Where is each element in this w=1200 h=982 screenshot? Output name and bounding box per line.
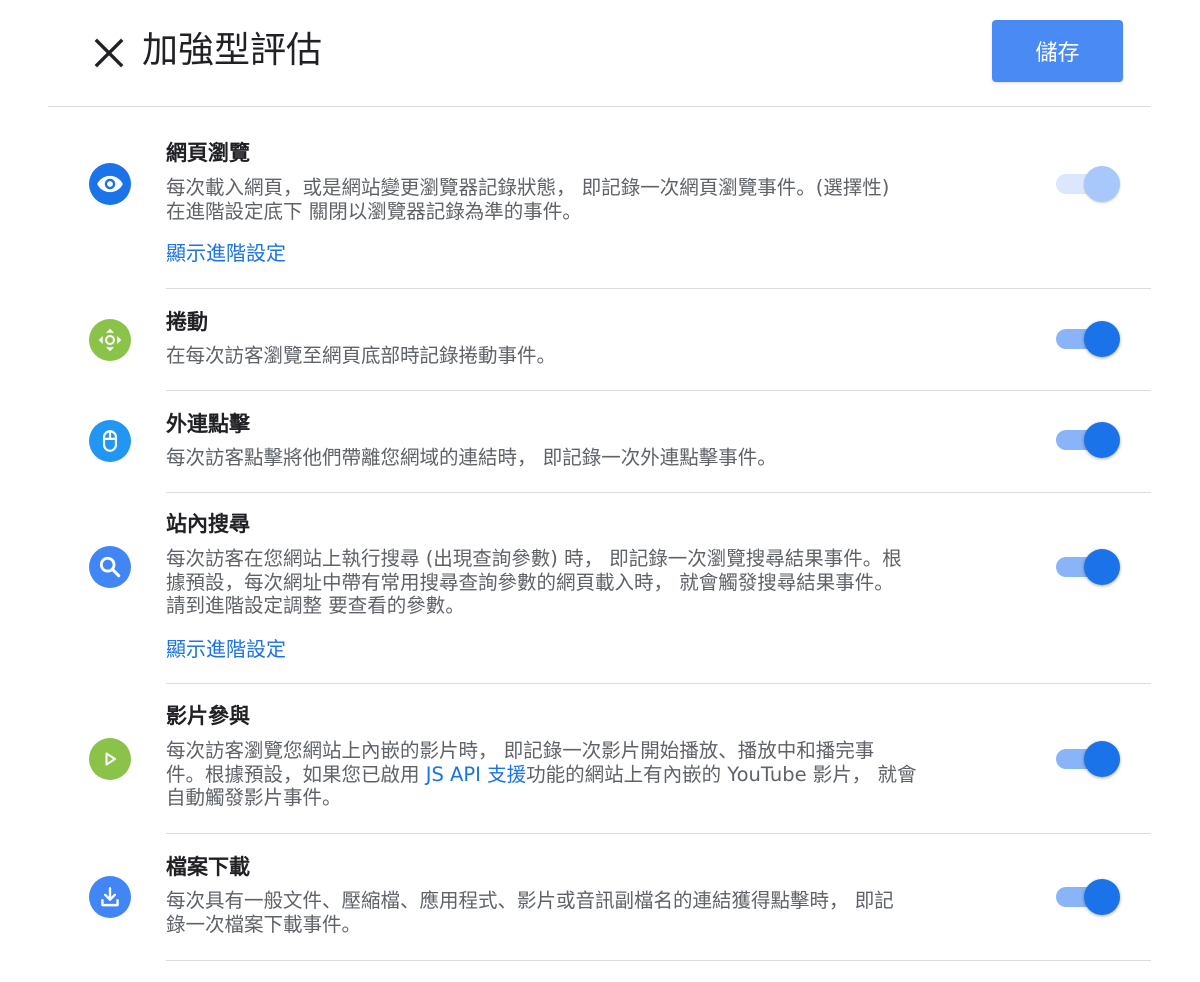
show-advanced-settings-link[interactable]: 顯示進階設定 [166, 240, 286, 266]
row-description-line: 據預設，每次網址中帶有常用搜尋查詢參數的網頁載入時， 就會觸發搜尋結果事件。 [166, 570, 894, 594]
row-title: 影片參與 [166, 704, 250, 728]
row-description: 每次訪客在您網站上執行搜尋 (出現查詢參數) 時， 即記錄一次瀏覽搜尋結果事件。… [166, 547, 1036, 618]
list-item-site-search: 站內搜尋 每次訪客在您網站上執行搜尋 (出現查詢參數) 時， 即記錄一次瀏覽搜尋… [89, 493, 1151, 684]
row-description: 每次載入網頁，或是網站變更瀏覽器記錄狀態， 即記錄一次網頁瀏覽事件。(選擇性) … [166, 176, 1036, 223]
toggle-knob [1084, 879, 1120, 915]
dialog-header: 加強型評估 儲存 [48, 0, 1151, 107]
save-button[interactable]: 儲存 [992, 20, 1123, 82]
toggle-knob [1084, 321, 1120, 357]
row-title: 站內搜尋 [166, 512, 250, 536]
list-item-file-downloads: 檔案下載 每次具有一般文件、壓縮檔、應用程式、影片或音訊副檔名的連結獲得點擊時，… [89, 834, 1151, 961]
scrolls-toggle[interactable] [1056, 319, 1120, 359]
row-description-text: 件。根據預設，如果您已啟用 [166, 762, 426, 786]
row-title: 網頁瀏覽 [166, 141, 250, 165]
row-description-line: 每次訪客點擊將他們帶離您網域的連結時， 即記錄一次外連點擊事件。 [166, 446, 777, 469]
row-description-line: 每次具有一般文件、壓縮檔、應用程式、影片或音訊副檔名的連結獲得點擊時， 即記 [166, 889, 894, 912]
row-description-line: 在每次訪客瀏覽至網頁底部時記錄捲動事件。 [166, 344, 557, 367]
row-description-text: 功能的網站上有內嵌的 YouTube 影片， 就會 [526, 762, 917, 786]
page-views-toggle[interactable] [1056, 164, 1120, 204]
list-item-outbound-clicks: 外連點擊 每次訪客點擊將他們帶離您網域的連結時， 即記錄一次外連點擊事件。 [89, 391, 1151, 493]
scroll-icon [89, 319, 131, 361]
row-description: 每次訪客點擊將他們帶離您網域的連結時， 即記錄一次外連點擊事件。 [166, 446, 1036, 470]
row-title: 外連點擊 [166, 412, 250, 436]
show-advanced-settings-link[interactable]: 顯示進階設定 [166, 636, 286, 662]
row-description-line: 每次訪客在您網站上執行搜尋 (出現查詢參數) 時， 即記錄一次瀏覽搜尋結果事件。… [166, 547, 902, 570]
row-description-line: 每次訪客瀏覽您網站上內嵌的影片時， 即記錄一次影片開始播放、播放中和播完事 [166, 739, 875, 762]
eye-icon [89, 163, 131, 205]
row-title: 捲動 [166, 310, 208, 334]
js-api-support-link[interactable]: JS API 支援 [426, 763, 526, 786]
row-description-line: 錄一次檔案下載事件。 [166, 912, 362, 936]
toggle-knob [1084, 422, 1120, 458]
row-description: 每次具有一般文件、壓縮檔、應用程式、影片或音訊副檔名的連結獲得點擊時， 即記 錄… [166, 889, 1036, 936]
row-description-line: 自動觸發影片事件。 [166, 786, 342, 809]
file-downloads-toggle[interactable] [1056, 877, 1120, 917]
play-icon [89, 738, 131, 780]
row-description-line: 請到進階設定調整 要查看的參數。 [166, 594, 465, 617]
row-description: 每次訪客瀏覽您網站上內嵌的影片時， 即記錄一次影片開始播放、播放中和播完事 件。… [166, 739, 1036, 810]
toggle-knob [1084, 166, 1120, 202]
row-description-line: 在進階設定底下 關閉以瀏覽器記錄為準的事件。 [166, 199, 582, 223]
row-title: 檔案下載 [166, 855, 250, 879]
outbound-clicks-toggle[interactable] [1056, 420, 1120, 460]
row-description: 在每次訪客瀏覽至網頁底部時記錄捲動事件。 [166, 344, 1036, 368]
list-item-video-engagement: 影片參與 每次訪客瀏覽您網站上內嵌的影片時， 即記錄一次影片開始播放、播放中和播… [89, 684, 1151, 834]
row-description-line: 件。根據預設，如果您已啟用 JS API 支援功能的網站上有內嵌的 YouTub… [166, 763, 1036, 787]
mouse-icon [89, 420, 131, 462]
list-item-scrolls: 捲動 在每次訪客瀏覽至網頁底部時記錄捲動事件。 [89, 289, 1151, 391]
site-search-toggle[interactable] [1056, 547, 1120, 587]
list-item-page-views: 網頁瀏覽 每次載入網頁，或是網站變更瀏覽器記錄狀態， 即記錄一次網頁瀏覽事件。(… [89, 106, 1151, 289]
row-description-line: 每次載入網頁，或是網站變更瀏覽器記錄狀態， 即記錄一次網頁瀏覽事件。(選擇性) [166, 176, 890, 199]
toggle-knob [1084, 549, 1120, 585]
page-title: 加強型評估 [142, 30, 323, 71]
download-icon [89, 876, 131, 918]
video-engagement-toggle[interactable] [1056, 739, 1120, 779]
close-icon[interactable] [92, 36, 126, 70]
toggle-knob [1084, 741, 1120, 777]
search-icon [89, 546, 131, 588]
